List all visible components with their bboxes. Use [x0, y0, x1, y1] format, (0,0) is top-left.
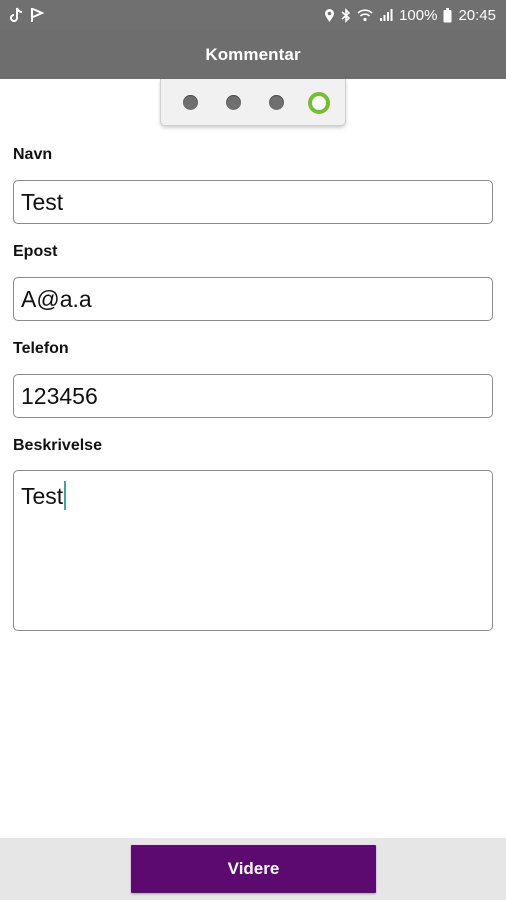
battery-icon [443, 6, 452, 24]
flag-icon [30, 6, 44, 24]
name-label: Navn [13, 146, 53, 163]
clock: 20:45 [458, 6, 496, 24]
signal-icon [379, 6, 393, 24]
battery-percentage: 100% [399, 6, 438, 24]
status-left [10, 6, 44, 24]
page-title: Kommentar [205, 44, 301, 64]
description-textarea[interactable]: Test [13, 470, 493, 631]
name-field[interactable]: Test [13, 180, 493, 224]
bluetooth-icon [341, 6, 351, 24]
phone-value: 123456 [21, 382, 98, 409]
step-3-dot [269, 95, 284, 110]
bottom-bar: Videre [0, 838, 506, 900]
email-label: Epost [13, 243, 58, 260]
step-1-dot [183, 95, 198, 110]
location-icon [324, 6, 335, 24]
phone-label: Telefon [13, 340, 69, 357]
step-4-dot-active [308, 92, 330, 114]
email-field[interactable]: A@a.a [13, 277, 493, 321]
status-bar: 100% 20:45 [0, 0, 506, 30]
wifi-icon [357, 6, 373, 24]
email-value: A@a.a [21, 285, 92, 312]
screen: 100% 20:45 Kommentar Navn Test Epost A@a… [0, 0, 506, 900]
step-2-dot [226, 95, 241, 110]
phone-field[interactable]: 123456 [13, 374, 493, 418]
text-cursor [64, 481, 67, 510]
next-button[interactable]: Videre [131, 845, 376, 893]
description-label: Beskrivelse [13, 437, 102, 454]
description-value: Test [21, 483, 64, 509]
status-right: 100% 20:45 [324, 6, 496, 24]
app-bar: Kommentar [0, 30, 506, 79]
name-value: Test [21, 188, 64, 215]
tiktok-icon [10, 6, 24, 24]
step-indicator [160, 79, 346, 126]
